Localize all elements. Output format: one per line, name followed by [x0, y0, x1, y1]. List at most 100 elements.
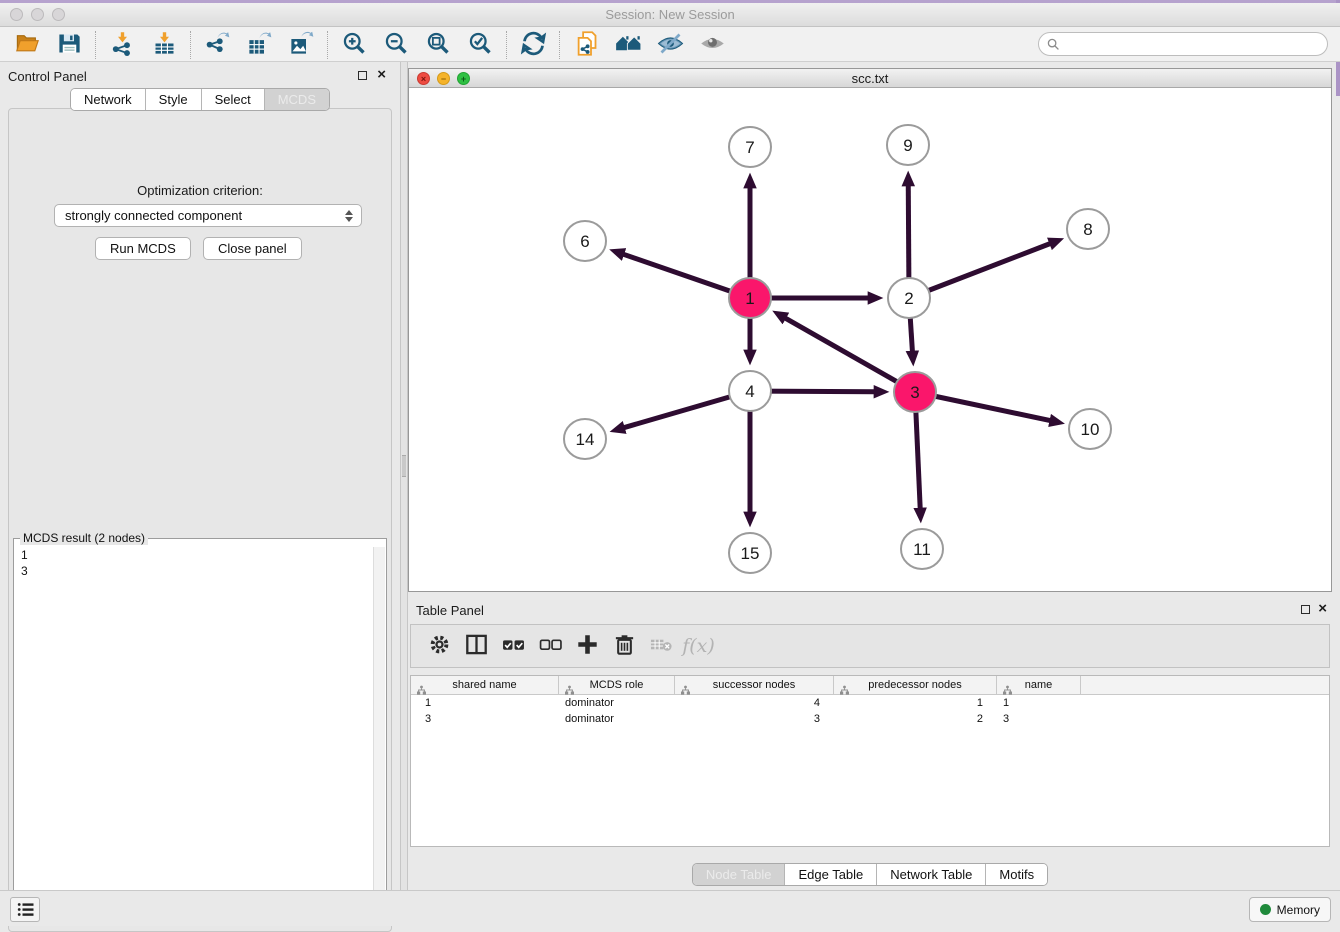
- cell-MCDS-role[interactable]: dominator: [559, 697, 675, 709]
- export-network-button[interactable]: [196, 30, 238, 60]
- export-image-button[interactable]: [280, 30, 322, 60]
- node-label: 4: [745, 382, 754, 401]
- delete-table-icon: [650, 633, 673, 659]
- table-options-gear-button[interactable]: [421, 628, 458, 664]
- edge-2-8[interactable]: [909, 243, 1051, 298]
- graph-node-8[interactable]: 8: [1067, 209, 1109, 249]
- clone-network-button[interactable]: [565, 30, 607, 60]
- export-table-button[interactable]: [238, 30, 280, 60]
- search-field[interactable]: [1038, 32, 1328, 56]
- graph-node-9[interactable]: 9: [887, 125, 929, 165]
- cell-successor-nodes[interactable]: 4: [675, 697, 834, 709]
- cell-predecessor-nodes[interactable]: 2: [834, 713, 997, 725]
- edge-3-1[interactable]: [785, 318, 915, 392]
- graph-node-2[interactable]: 2: [888, 278, 930, 318]
- run-mcds-button[interactable]: Run MCDS: [95, 237, 191, 260]
- delete-columns-button[interactable]: [606, 628, 643, 664]
- node-label: 8: [1083, 220, 1092, 239]
- table-options-gear-icon: [428, 633, 451, 659]
- table-panel-header: Table Panel ×: [408, 596, 1332, 622]
- network-canvas[interactable]: 7 9 6 8 1 2 4 3 14 10 15 11: [409, 88, 1331, 591]
- cell-MCDS-role[interactable]: dominator: [559, 713, 675, 725]
- close-table-panel-icon[interactable]: ×: [1318, 600, 1327, 618]
- memory-button[interactable]: Memory: [1249, 897, 1331, 922]
- network-window-title: scc.txt: [409, 71, 1331, 86]
- zoom-out-button[interactable]: [375, 30, 417, 60]
- column-header-predecessor-nodes[interactable]: predecessor nodes: [834, 676, 997, 694]
- tab-edge-table[interactable]: Edge Table: [784, 864, 876, 885]
- zoom-selected-button[interactable]: [459, 30, 501, 60]
- search-input[interactable]: [1060, 34, 1327, 54]
- optimization-criterion-select[interactable]: strongly connected component: [54, 204, 362, 227]
- tab-style[interactable]: Style: [145, 89, 201, 110]
- tab-network-table[interactable]: Network Table: [876, 864, 985, 885]
- zoom-fit-button[interactable]: [417, 30, 459, 60]
- zoom-in-button[interactable]: [333, 30, 375, 60]
- tab-network[interactable]: Network: [71, 89, 145, 110]
- cell-predecessor-nodes[interactable]: 1: [834, 697, 997, 709]
- task-history-button[interactable]: [10, 897, 40, 922]
- node-label: 6: [580, 232, 589, 251]
- task-list-icon: [17, 902, 34, 917]
- column-header-successor-nodes[interactable]: successor nodes: [675, 676, 834, 694]
- close-panel-icon[interactable]: ×: [377, 66, 386, 84]
- import-table-button[interactable]: [143, 30, 185, 60]
- table-row[interactable]: 1dominator411: [411, 695, 1329, 711]
- cell-shared-name[interactable]: 1: [411, 697, 559, 709]
- add-column-button[interactable]: [569, 628, 606, 664]
- tab-select[interactable]: Select: [201, 89, 264, 110]
- graph-node-6[interactable]: 6: [564, 221, 606, 261]
- zoom-out-icon: [383, 30, 410, 60]
- node-label: 15: [741, 544, 760, 563]
- result-scrollbar[interactable]: [373, 547, 385, 913]
- table-panel-title: Table Panel: [416, 603, 484, 618]
- float-panel-icon[interactable]: [358, 71, 367, 80]
- show-annotations-button[interactable]: [691, 30, 733, 60]
- float-table-panel-icon[interactable]: [1301, 605, 1310, 614]
- toolbar-separator: [506, 31, 507, 59]
- cell-shared-name[interactable]: 3: [411, 713, 559, 725]
- memory-status-icon: [1260, 904, 1271, 915]
- graph-node-3[interactable]: 3: [894, 372, 936, 412]
- home-button[interactable]: [607, 30, 649, 60]
- node-label: 2: [904, 289, 913, 308]
- table-panel: Table Panel × f(x) shared nameMCDS roles…: [408, 596, 1332, 890]
- network-window-titlebar[interactable]: × − + scc.txt: [409, 69, 1331, 88]
- graph-node-7[interactable]: 7: [729, 127, 771, 167]
- cell-name[interactable]: 1: [997, 697, 1081, 709]
- close-panel-button[interactable]: Close panel: [203, 237, 302, 260]
- toolbar-separator: [190, 31, 191, 59]
- graph-node-14[interactable]: 14: [564, 419, 606, 459]
- column-header-shared-name[interactable]: shared name: [411, 676, 559, 694]
- column-label: name: [1025, 679, 1053, 691]
- toggle-column-display-button[interactable]: [458, 628, 495, 664]
- cell-successor-nodes[interactable]: 3: [675, 713, 834, 725]
- import-network-icon: [109, 30, 136, 60]
- splitter-grip[interactable]: [402, 455, 406, 477]
- tab-node-table[interactable]: Node Table: [693, 864, 785, 885]
- titlebar: Session: New Session: [0, 3, 1340, 27]
- table-row[interactable]: 3dominator323: [411, 711, 1329, 727]
- apply-layout-button[interactable]: [512, 30, 554, 60]
- mcds-result-item: 3: [16, 563, 372, 579]
- panel-splitter[interactable]: [400, 62, 408, 890]
- deselect-all-columns-button[interactable]: [532, 628, 569, 664]
- graph-node-1[interactable]: 1: [729, 278, 771, 318]
- hide-annotations-button[interactable]: [649, 30, 691, 60]
- select-all-columns-button[interactable]: [495, 628, 532, 664]
- open-session-button[interactable]: [6, 30, 48, 60]
- column-header-name[interactable]: name: [997, 676, 1081, 694]
- graph-node-4[interactable]: 4: [729, 371, 771, 411]
- column-header-MCDS-role[interactable]: MCDS role: [559, 676, 675, 694]
- graph-node-10[interactable]: 10: [1069, 409, 1111, 449]
- import-network-button[interactable]: [101, 30, 143, 60]
- home-icon: [615, 30, 642, 60]
- graph-node-11[interactable]: 11: [901, 529, 943, 569]
- tab-motifs[interactable]: Motifs: [985, 864, 1047, 885]
- optimization-criterion-label: Optimization criterion:: [9, 183, 391, 198]
- cell-name[interactable]: 3: [997, 713, 1081, 725]
- mcds-result-item: 1: [16, 547, 372, 563]
- graph-node-15[interactable]: 15: [729, 533, 771, 573]
- save-session-button[interactable]: [48, 30, 90, 60]
- tab-mcds[interactable]: MCDS: [264, 89, 329, 110]
